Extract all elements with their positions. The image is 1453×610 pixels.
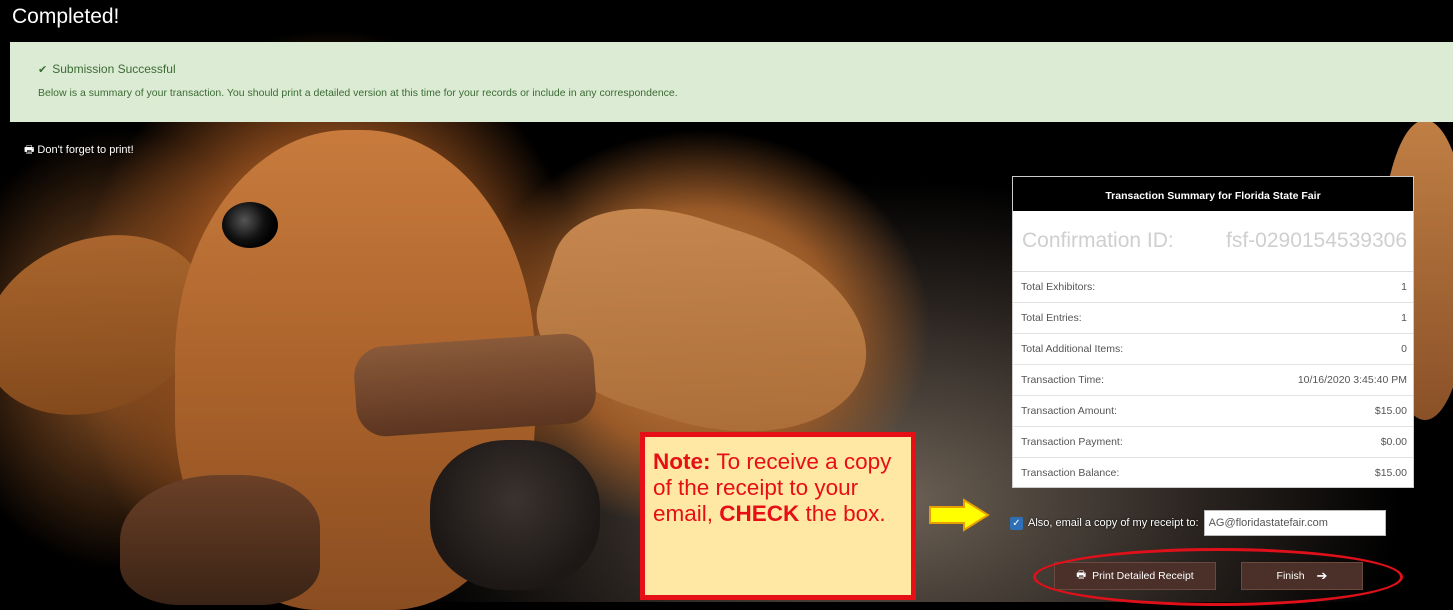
row-label: Total Additional Items: (1021, 343, 1124, 355)
handler-hand (120, 475, 320, 605)
cow-nose (430, 440, 600, 590)
page-title: Completed! (12, 5, 120, 28)
row-label: Transaction Payment: (1021, 436, 1123, 448)
email-input[interactable] (1203, 510, 1386, 536)
printer-icon: 🖶 (24, 144, 35, 156)
print-reminder-text: Don't forget to print! (37, 144, 134, 156)
transaction-summary-panel: Transaction Summary for Florida State Fa… (1012, 176, 1414, 488)
success-alert: ✔ Submission Successful Below is a summar… (10, 42, 1453, 122)
row-label: Transaction Amount: (1021, 405, 1117, 417)
row-value: $15.00 (1374, 467, 1407, 479)
table-row: Transaction Amount: $15.00 (1013, 396, 1413, 427)
table-row: Total Entries: 1 (1013, 303, 1413, 334)
highlight-ellipse (1033, 548, 1403, 606)
row-value: 1 (1401, 281, 1407, 293)
email-receipt-row: ✓ Also, email a copy of my receipt to: (1010, 510, 1386, 536)
table-row: Transaction Balance: $15.00 (1013, 458, 1413, 488)
confirmation-label: Confirmation ID: (1022, 229, 1174, 252)
email-receipt-checkbox[interactable]: ✓ (1010, 516, 1023, 530)
table-row: Transaction Time: 10/16/2020 3:45:40 PM (1013, 365, 1413, 396)
check-icon: ✔ (38, 64, 48, 76)
cow-eye (222, 202, 278, 248)
note-text-2: the box. (799, 501, 886, 526)
note-lead: Note: (653, 449, 711, 474)
alert-heading: Submission Successful (52, 62, 176, 76)
note-callout: Note: To receive a copy of the receipt t… (640, 432, 916, 600)
table-row: Total Additional Items: 0 (1013, 334, 1413, 365)
row-label: Total Exhibitors: (1021, 281, 1096, 293)
email-receipt-label: Also, email a copy of my receipt to: (1028, 517, 1199, 529)
row-label: Transaction Balance: (1021, 467, 1120, 479)
callout-arrow-icon (929, 498, 990, 532)
row-value: 0 (1401, 343, 1407, 355)
summary-header: Transaction Summary for Florida State Fa… (1013, 177, 1413, 211)
row-label: Transaction Time: (1021, 374, 1105, 386)
table-row: Total Exhibitors: 1 (1013, 272, 1413, 303)
confirmation-row: Confirmation ID: fsf-0290154539306 (1013, 211, 1413, 272)
confirmation-value: fsf-0290154539306 (1226, 229, 1407, 252)
note-emphasis: CHECK (719, 501, 800, 526)
row-value: 10/16/2020 3:45:40 PM (1297, 374, 1407, 386)
row-value: $0.00 (1380, 436, 1407, 448)
row-value: $15.00 (1374, 405, 1407, 417)
row-label: Total Entries: (1021, 312, 1082, 324)
table-row: Transaction Payment: $0.00 (1013, 427, 1413, 458)
halter (352, 331, 598, 439)
alert-body: Below is a summary of your transaction. … (38, 87, 678, 99)
print-reminder-link[interactable]: 🖶 Don't forget to print! (24, 141, 134, 160)
row-value: 1 (1401, 312, 1407, 324)
